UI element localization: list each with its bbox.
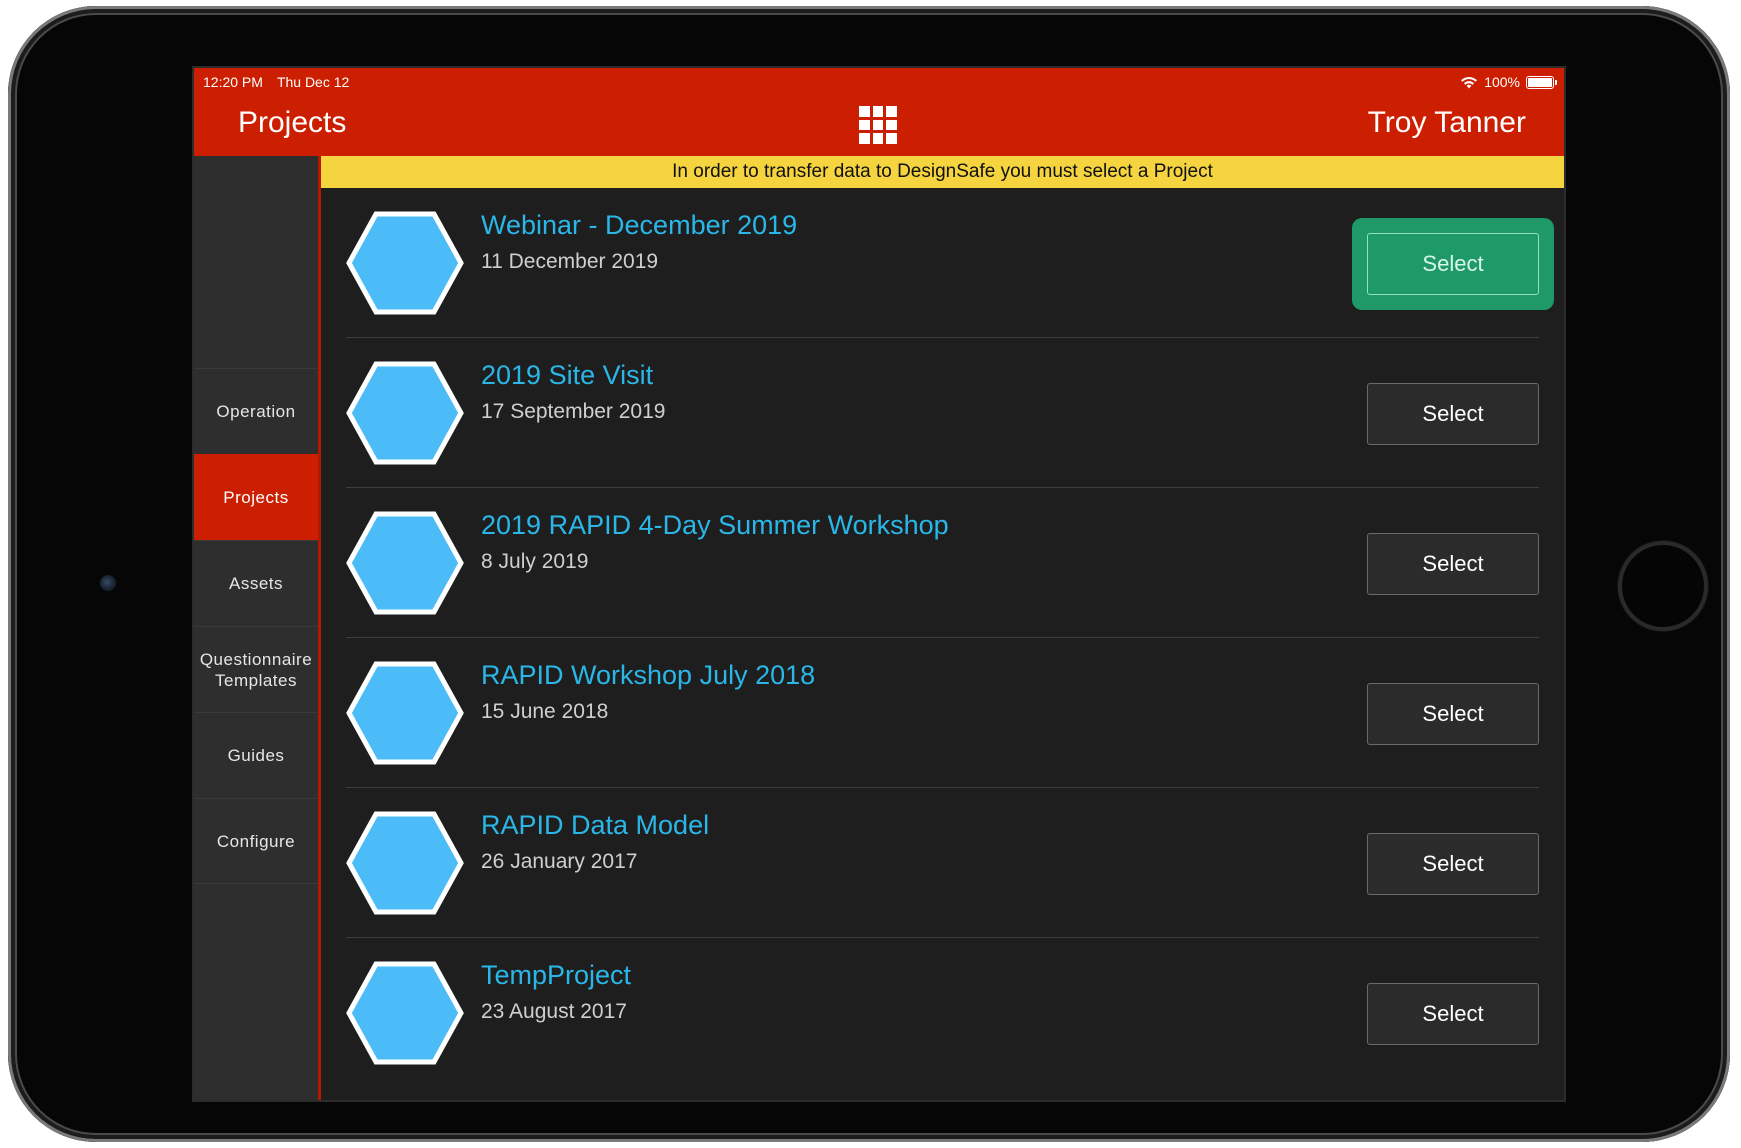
project-row[interactable]: 2019 RAPID 4-Day Summer Workshop 8 July … <box>321 488 1564 638</box>
banner-text: In order to transfer data to DesignSafe … <box>672 161 1213 182</box>
project-date: 23 August 2017 <box>481 1000 627 1023</box>
project-date: 15 June 2018 <box>481 700 609 723</box>
sidebar: Operation Projects Assets Questionnaire … <box>194 156 318 1100</box>
sidebar-item-questionnaire-templates[interactable]: Questionnaire Templates <box>194 626 318 712</box>
project-row[interactable]: RAPID Data Model 26 January 2017 Select <box>321 788 1564 938</box>
grid-icon[interactable] <box>859 106 897 144</box>
battery-percent: 100% <box>1484 74 1520 90</box>
project-title: 2019 RAPID 4-Day Summer Workshop <box>481 510 949 540</box>
sidebar-item-label: Questionnaire Templates <box>199 649 313 690</box>
sidebar-item-operation[interactable]: Operation <box>194 368 318 454</box>
project-title: 2019 Site Visit <box>481 360 654 390</box>
project-title: Webinar - December 2019 <box>481 210 798 240</box>
page-title: Projects <box>238 106 347 139</box>
project-date: 26 January 2017 <box>481 850 638 873</box>
project-date: 17 September 2019 <box>481 400 666 423</box>
app-screen: 12:20 PM Thu Dec 12 100% Projects Troy Ta… <box>194 68 1564 1100</box>
front-camera <box>100 575 116 591</box>
project-title: RAPID Data Model <box>481 810 710 840</box>
sidebar-item-label: Operation <box>216 402 296 421</box>
home-button[interactable] <box>1618 541 1708 631</box>
select-button[interactable]: Select <box>1367 233 1539 295</box>
project-row[interactable]: 2019 Site Visit 17 September 2019 Select <box>321 338 1564 488</box>
project-date: 8 July 2019 <box>481 550 589 573</box>
project-hexagon-icon <box>346 361 464 465</box>
battery-icon <box>1526 75 1557 89</box>
sidebar-item-projects[interactable]: Projects <box>194 454 318 540</box>
project-row[interactable]: TempProject 23 August 2017 Select <box>321 938 1564 1088</box>
project-hexagon-icon <box>346 661 464 765</box>
project-required-banner: In order to transfer data to DesignSafe … <box>321 156 1564 188</box>
user-name[interactable]: Troy Tanner <box>1368 106 1526 140</box>
wifi-icon <box>1461 76 1478 88</box>
sidebar-item-label: Assets <box>228 574 284 593</box>
top-bar: 12:20 PM Thu Dec 12 100% Projects Troy Ta… <box>194 68 1564 156</box>
project-title: RAPID Workshop July 2018 <box>481 660 816 690</box>
project-date: 11 December 2019 <box>481 250 659 273</box>
project-row[interactable]: Webinar - December 2019 11 December 2019… <box>321 188 1564 338</box>
project-title: TempProject <box>481 960 632 990</box>
project-hexagon-icon <box>346 961 464 1065</box>
project-hexagon-icon <box>346 211 464 315</box>
sidebar-item-guides[interactable]: Guides <box>194 712 318 798</box>
tablet-frame: 12:20 PM Thu Dec 12 100% Projects Troy Ta… <box>8 6 1730 1142</box>
select-button[interactable]: Select <box>1367 383 1539 445</box>
status-time: 12:20 PM <box>203 74 263 90</box>
status-bar-left: 12:20 PM Thu Dec 12 <box>203 74 349 90</box>
select-button[interactable]: Select <box>1367 683 1539 745</box>
project-row[interactable]: RAPID Workshop July 2018 15 June 2018 Se… <box>321 638 1564 788</box>
sidebar-item-label: Guides <box>227 746 285 765</box>
select-button[interactable]: Select <box>1367 533 1539 595</box>
sidebar-item-label: Configure <box>216 831 296 851</box>
status-date: Thu Dec 12 <box>276 74 350 90</box>
project-hexagon-icon <box>346 811 464 915</box>
sidebar-item-assets[interactable]: Assets <box>194 540 318 626</box>
project-hexagon-icon <box>346 511 464 615</box>
select-button[interactable]: Select <box>1367 983 1539 1045</box>
status-bar-right: 100% <box>1460 74 1557 90</box>
sidebar-item-configure[interactable]: Configure <box>194 798 318 884</box>
sidebar-item-label: Projects <box>223 488 289 507</box>
select-button[interactable]: Select <box>1367 833 1539 895</box>
